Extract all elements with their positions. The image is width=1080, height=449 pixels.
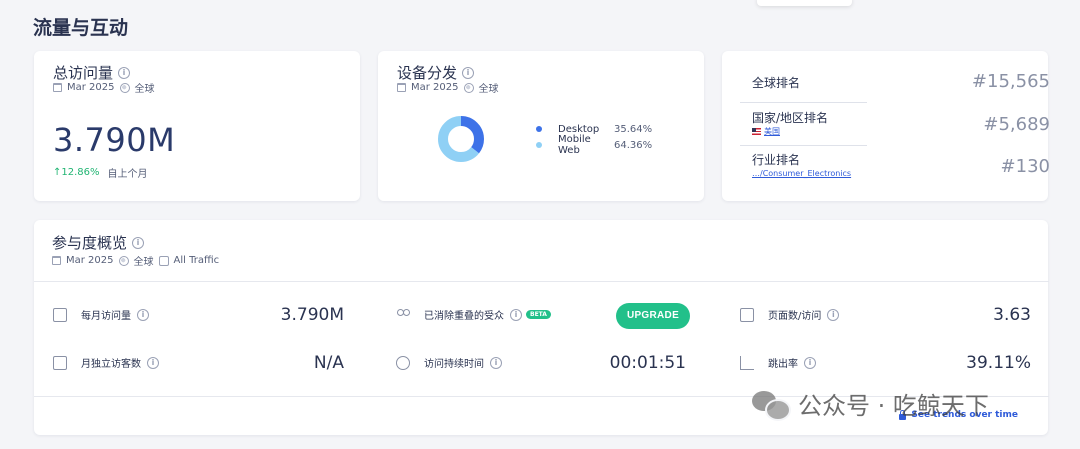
legend-item-mobile: Mobile Web 64.36% bbox=[536, 134, 653, 156]
calendar-icon bbox=[52, 256, 61, 265]
info-icon[interactable]: i bbox=[462, 66, 475, 79]
watermark-text: 公众号 · 吃鲸天下 bbox=[798, 392, 989, 420]
metric-label: 每月访问量 bbox=[81, 311, 131, 322]
date-label: Mar 2025 bbox=[411, 82, 459, 93]
calendar-icon bbox=[53, 307, 67, 322]
monthly-visits-value: 3.790M bbox=[280, 305, 344, 325]
country-rank-row: 国家/地区排名 美国 #5,689 bbox=[740, 109, 1050, 143]
date-label: Mar 2025 bbox=[67, 82, 115, 93]
metric-bounce-rate: 跳出率 i bbox=[740, 355, 816, 370]
visitor-icon bbox=[53, 355, 67, 370]
legend-name: Desktop bbox=[558, 123, 600, 135]
info-icon[interactable]: i bbox=[827, 308, 840, 321]
traffic-icon bbox=[158, 255, 169, 266]
pages-per-visit-value: 3.63 bbox=[993, 305, 1031, 325]
industry-rank-row: 行业排名 …/Consumer_Electronics #130 bbox=[740, 151, 1050, 185]
global-rank-label: 全球排名 bbox=[752, 76, 801, 90]
calendar-icon bbox=[53, 83, 62, 92]
card-meta: Mar 2025 全球 bbox=[397, 80, 499, 95]
upgrade-button[interactable]: UPGRADE bbox=[616, 303, 690, 329]
region-label: 全球 bbox=[134, 84, 155, 95]
beta-badge: BETA bbox=[526, 310, 551, 319]
metric-dedup-audience: 已消除重叠的受众 i BETA bbox=[396, 307, 551, 322]
country-name: 美国 bbox=[764, 127, 780, 136]
global-rank-value: #15,565 bbox=[971, 71, 1050, 92]
metric-label: 已消除重叠的受众 bbox=[424, 311, 504, 322]
bounce-rate-value: 39.11% bbox=[966, 353, 1031, 373]
industry-rank-value: #130 bbox=[1000, 156, 1050, 177]
globe-icon bbox=[463, 82, 474, 93]
us-flag-icon bbox=[752, 128, 761, 135]
globe-icon bbox=[118, 255, 129, 266]
device-legend: Desktop 35.64% Mobile Web 64.36% bbox=[536, 121, 653, 156]
metric-visit-duration: 访问持续时间 i bbox=[396, 355, 502, 370]
card-meta: Mar 2025 全球 All Traffic bbox=[52, 253, 219, 268]
metric-pages-per-visit: 页面数/访问 i bbox=[740, 307, 840, 322]
section-title: 流量与互动 bbox=[33, 17, 129, 39]
card-title: 参与度概览 i bbox=[52, 232, 145, 253]
country-rank-label: 国家/地区排名 bbox=[752, 111, 829, 125]
traffic-label: All Traffic bbox=[173, 255, 220, 266]
country-link[interactable]: 美国 bbox=[752, 126, 780, 137]
info-icon[interactable]: i bbox=[118, 66, 131, 79]
rankings-card: 全球排名 #15,565 国家/地区排名 美国 #5,689 行业排名 …/Co… bbox=[722, 51, 1050, 201]
pages-icon bbox=[740, 307, 754, 322]
metric-unique-visitors: 月独立访客数 i bbox=[53, 355, 159, 370]
divider bbox=[740, 145, 867, 146]
legend-pct: 35.64% bbox=[614, 123, 653, 135]
clock-icon bbox=[396, 355, 410, 370]
change-comparison: 自上个月 bbox=[107, 169, 148, 180]
industry-rank-label: 行业排名 bbox=[752, 153, 801, 167]
country-rank-value: #5,689 bbox=[983, 114, 1050, 135]
globe-icon bbox=[119, 82, 130, 93]
info-icon[interactable]: i bbox=[804, 356, 816, 369]
unique-visitors-value: N/A bbox=[313, 353, 344, 373]
legend-pct: 64.36% bbox=[614, 139, 653, 151]
legend-dot-mobile bbox=[536, 142, 542, 148]
info-icon[interactable]: i bbox=[147, 356, 159, 369]
floating-popover-edge bbox=[757, 0, 852, 6]
watermark: 公众号 · 吃鲸天下 bbox=[752, 386, 989, 421]
metric-label: 跳出率 bbox=[768, 359, 798, 370]
metric-label: 页面数/访问 bbox=[768, 311, 822, 322]
visit-duration-value: 00:01:51 bbox=[609, 353, 686, 373]
wechat-icon bbox=[752, 389, 791, 421]
divider bbox=[34, 281, 1049, 282]
date-label: Mar 2025 bbox=[66, 255, 114, 266]
calendar-icon bbox=[397, 83, 406, 92]
total-visits-value: 3.790M bbox=[53, 121, 176, 159]
info-icon[interactable]: i bbox=[510, 308, 522, 321]
global-rank-row: 全球排名 #15,565 bbox=[740, 71, 1050, 95]
audience-icon bbox=[396, 308, 410, 322]
info-icon[interactable]: i bbox=[137, 308, 149, 321]
change-value: ↑12.86% bbox=[53, 167, 100, 178]
info-icon[interactable]: i bbox=[490, 356, 502, 369]
industry-link[interactable]: …/Consumer_Electronics bbox=[752, 169, 851, 178]
change-indicator: ↑12.86% 自上个月 bbox=[53, 165, 148, 180]
divider bbox=[740, 102, 867, 103]
metric-label: 月独立访客数 bbox=[81, 359, 141, 370]
total-visits-card: 总访问量 i Mar 2025 全球 3.790M ↑12.86% 自上个月 bbox=[34, 51, 360, 201]
card-meta: Mar 2025 全球 bbox=[53, 80, 155, 95]
info-icon[interactable]: i bbox=[132, 236, 145, 249]
card-title-text: 参与度概览 bbox=[52, 234, 128, 252]
metric-monthly-visits: 每月访问量 i bbox=[53, 307, 149, 322]
region-label: 全球 bbox=[478, 84, 499, 95]
region-label: 全球 bbox=[133, 257, 154, 268]
device-donut-chart bbox=[438, 116, 484, 162]
metric-label: 访问持续时间 bbox=[424, 359, 484, 370]
bounce-chart-icon bbox=[740, 355, 754, 370]
legend-name: Mobile Web bbox=[558, 134, 591, 156]
device-distribution-card: 设备分发 i Mar 2025 全球 Desktop 35.64% Mobile… bbox=[378, 51, 704, 201]
legend-dot-desktop bbox=[536, 126, 542, 132]
